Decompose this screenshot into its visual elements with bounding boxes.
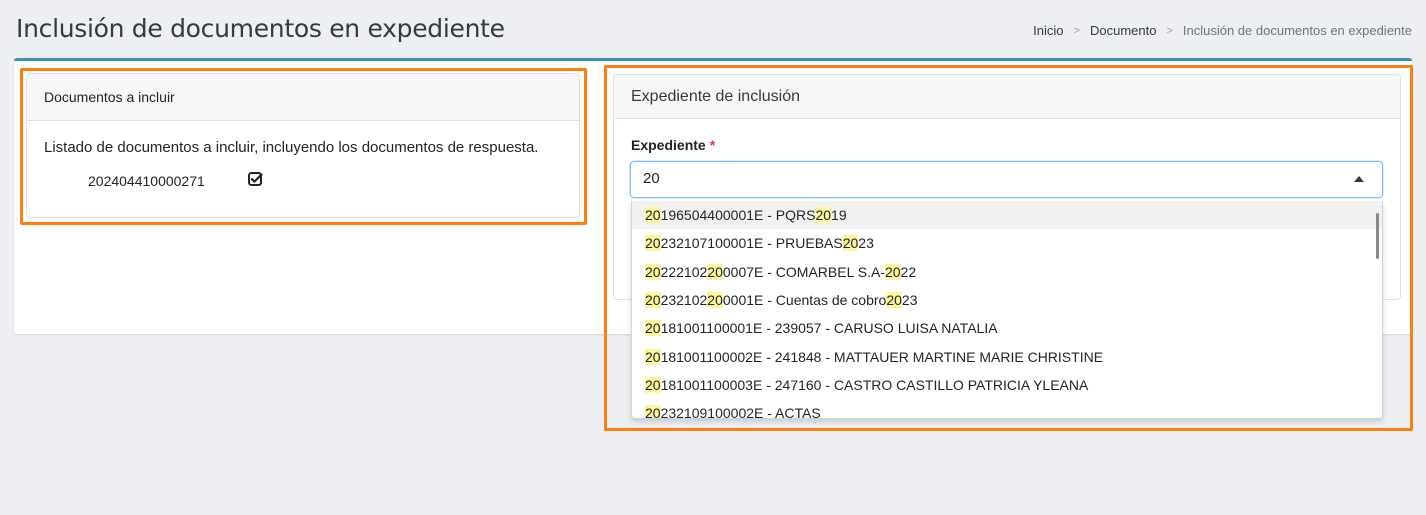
breadcrumb-separator: > [1166,24,1173,37]
dropdown-option[interactable]: 20 181001100002E - 241848 - MATTAUER MART… [632,342,1382,370]
breadcrumb-current: Inclusión de documentos en expediente [1182,23,1412,38]
expediente-select[interactable] [630,161,1383,198]
dropdown-option[interactable]: 20 196504400001E - PQRS 20 19 [632,201,1382,230]
match-highlight: 20 [645,292,661,309]
breadcrumb-separator: > [1073,24,1080,37]
caret-up-icon[interactable] [1354,176,1364,182]
breadcrumb-item-inicio[interactable]: Inicio [1033,23,1063,38]
dropdown-option[interactable]: 20 181001100001E - 239057 - CARUSO LUISA … [632,314,1382,342]
dropdown-option[interactable]: 20 232102 20 0001E - Cuentas de cobro 20 23 [632,286,1382,314]
documents-description: Listado de documentos a incluir, incluye… [44,139,539,156]
dropdown-option[interactable]: 20 222102 20 0007E - COMARBEL S.A- 20 22 [632,258,1382,286]
documents-panel: Documentos a incluir Listado de document… [26,73,580,218]
required-marker: * [709,137,716,153]
documents-panel-header: Documentos a incluir [27,74,579,121]
expediente-search-input[interactable] [643,170,1323,187]
match-highlight: 20 [707,292,723,309]
match-highlight: 20 [645,207,661,224]
match-highlight: 20 [815,207,832,224]
expediente-label-text: Expediente [631,137,706,153]
page-title: Inclusión de documentos en expediente [16,14,505,43]
expediente-panel-header: Expediente de inclusión [614,75,1400,119]
match-highlight: 20 [645,263,661,280]
documents-panel-title: Documentos a incluir [44,89,175,105]
breadcrumb-item-documento[interactable]: Documento [1090,23,1156,38]
expediente-panel-title: Expediente de inclusión [631,87,801,105]
dropdown-option[interactable]: 20 232107100001E - PRUEBAS 20 23 [632,229,1382,257]
match-highlight: 20 [842,235,859,252]
match-highlight: 20 [645,348,661,365]
match-highlight: 20 [645,376,661,393]
match-highlight: 20 [707,263,723,280]
dropdown-scrollbar[interactable] [1376,213,1379,259]
dropdown-option[interactable]: 20 181001100003E - 247160 - CASTRO CASTIL… [632,371,1382,399]
dropdown-option[interactable]: 20 232109100002E - ACTAS [632,399,1382,418]
match-highlight: 20 [886,292,902,309]
match-highlight: 20 [645,405,661,418]
match-highlight: 20 [645,235,661,252]
expediente-label: Expediente * [631,137,715,153]
document-number: 202404410000271 [88,173,205,189]
breadcrumb: Inicio > Documento > Inclusión de docume… [1033,23,1412,38]
expediente-dropdown-list: 20 196504400001E - PQRS 20 19 20 2321071000… [631,201,1383,419]
match-highlight: 20 [645,320,661,337]
check-square-icon[interactable] [247,171,264,188]
match-highlight: 20 [884,263,901,280]
